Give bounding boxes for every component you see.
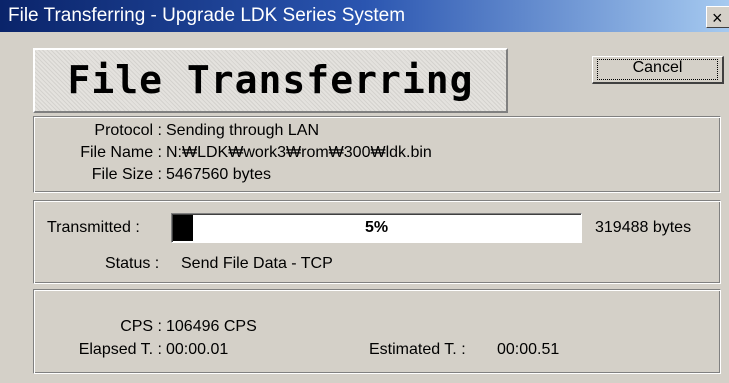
elapsed-value: 00:00.01 [166,341,229,358]
elapsed-label: Elapsed T. : [78,341,162,358]
cps-label: CPS : [120,318,162,335]
banner-title: File Transferring [67,58,474,102]
cancel-button-label: Cancel [632,59,683,76]
protocol-label: Protocol : [94,122,162,139]
cps-value: 106496 CPS [166,318,257,335]
status-value: Send File Data - TCP [181,255,333,272]
filesize-label: File Size : [91,166,162,183]
filesize-value: 5467560 bytes [166,166,271,183]
title-bar[interactable]: File Transferring - Upgrade LDK Series S… [0,0,729,32]
progress-percent: 5% [364,219,389,236]
filename-label: File Name : [80,144,162,161]
transmitted-bytes: 319488 bytes [595,219,692,236]
transmitted-label: Transmitted : [47,219,140,236]
filename-value: N:₩LDK₩work3₩rom₩300₩ldk.bin [166,144,432,161]
protocol-value: Sending through LAN [166,122,319,139]
status-label: Status : [105,255,160,272]
estimated-value: 00:00.51 [497,341,560,358]
close-button[interactable]: × [706,6,729,28]
estimated-label: Estimated T. : [369,341,466,358]
progress-bar: 5% [171,213,582,243]
file-transfer-window: File Transferring - Upgrade LDK Series S… [0,0,729,383]
cancel-button[interactable]: Cancel [592,56,724,84]
window-title: File Transferring - Upgrade LDK Series S… [8,5,406,26]
banner: File Transferring [33,48,508,113]
